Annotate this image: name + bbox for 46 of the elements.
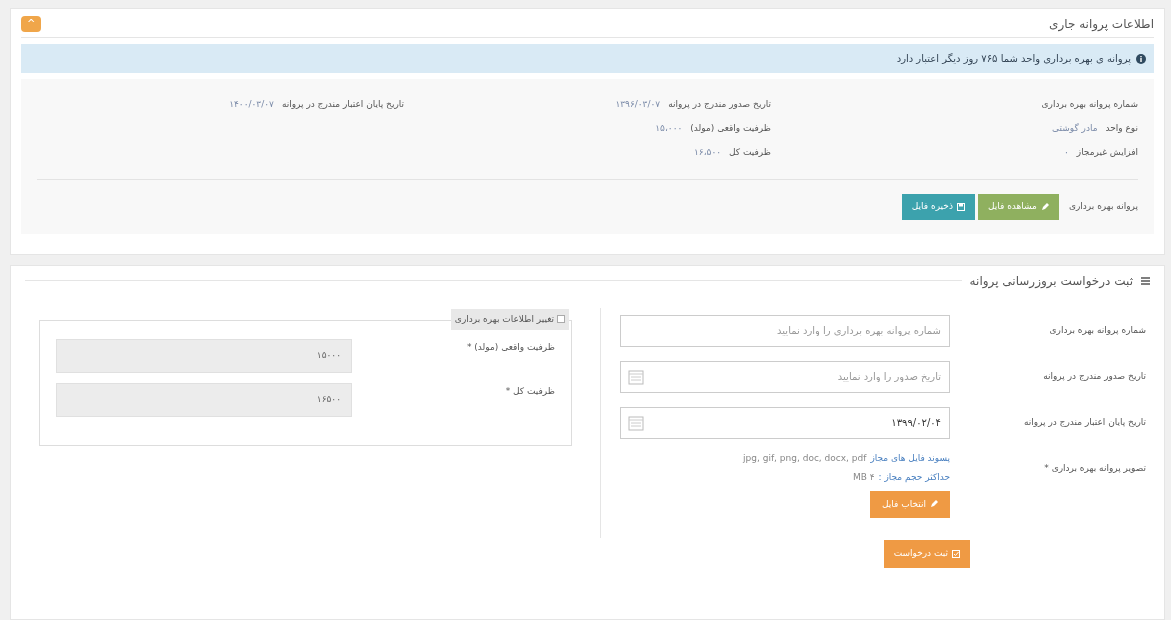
checkbox-icon	[952, 549, 960, 558]
calendar-icon	[628, 414, 644, 431]
info-label: تاریخ پایان اعتبار مندرج در پروانه	[281, 98, 404, 112]
info-value: مادر گوشتی	[1052, 122, 1098, 136]
calendar-icon	[628, 368, 644, 385]
info-label: ظرفیت واقعی (مولد)	[690, 122, 771, 136]
save-file-button[interactable]: ذخیره فایل	[901, 194, 975, 220]
collapse-button[interactable]: ^	[21, 16, 42, 32]
input-field[interactable]: شماره پروانه بهره برداری را وارد نمایید	[620, 314, 950, 347]
info-label: افزایش غیرمجاز	[1076, 146, 1138, 160]
alert-text: پروانه ی بهره برداری واحد شما ۷۶۵ روز دیگر اعتبار دارد	[896, 52, 1131, 66]
section-title: ثبت درخواست بروزرسانی پروانه	[969, 272, 1133, 290]
menu-icon	[1141, 276, 1150, 285]
info-label: شماره پروانه بهره برداری	[1041, 98, 1138, 112]
size-label: حداکثر حجم مجاز :	[878, 471, 950, 484]
change-info-checkbox[interactable]: تغییر اطلاعات بهره برداری	[450, 308, 569, 330]
readonly-field: ۱۶۵۰۰	[56, 382, 352, 417]
info-value: ۱۵،۰۰۰	[655, 122, 683, 136]
field-label: تاریخ صدور مندرج در پروانه	[1043, 369, 1146, 383]
extensions-list: jpg, gif, png, doc, docx, pdf	[743, 451, 867, 465]
submit-request-button[interactable]: ثبت درخواست	[883, 540, 970, 568]
info-icon	[1136, 53, 1146, 64]
info-label: ظرفیت کل	[729, 146, 771, 160]
field-label: ظرفیت واقعی (مولد) *	[466, 340, 555, 354]
file-label: پروانه بهره برداری	[1068, 200, 1138, 213]
info-label: نوع واحد	[1105, 122, 1138, 136]
size-value: ۴ MB	[852, 471, 875, 484]
field-label: تاریخ پایان اعتبار مندرج در پروانه	[1023, 415, 1146, 429]
field-label: ظرفیت کل *	[505, 384, 555, 398]
info-value: ۱۶،۵۰۰	[693, 146, 722, 160]
date-field[interactable]: ۱۳۹۹/۰۲/۰۴	[620, 406, 950, 439]
date-field[interactable]: تاریخ صدور را وارد نمایید	[620, 360, 950, 393]
extensions-label: پسوند فایل های مجاز	[870, 451, 950, 465]
pencil-icon	[930, 500, 938, 509]
info-value: ۰	[1063, 146, 1069, 160]
info-label: تاریخ صدور مندرج در پروانه	[668, 98, 771, 112]
field-label: شماره پروانه بهره برداری	[1049, 323, 1146, 337]
info-value: ۱۳۹۶/۰۳/۰۷	[615, 98, 661, 112]
field-label: تصویر پروانه بهره برداری *	[1044, 461, 1146, 475]
choose-file-button[interactable]: انتخاب فایل	[870, 490, 950, 518]
info-value: ۱۴۰۰/۰۳/۰۷	[229, 98, 274, 112]
section-title: اطلاعات پروانه جاری	[1049, 16, 1154, 33]
pencil-icon	[1040, 202, 1049, 211]
view-file-button[interactable]: مشاهده فایل	[977, 194, 1059, 220]
readonly-field: ۱۵۰۰۰	[56, 338, 352, 373]
save-icon	[956, 202, 965, 211]
